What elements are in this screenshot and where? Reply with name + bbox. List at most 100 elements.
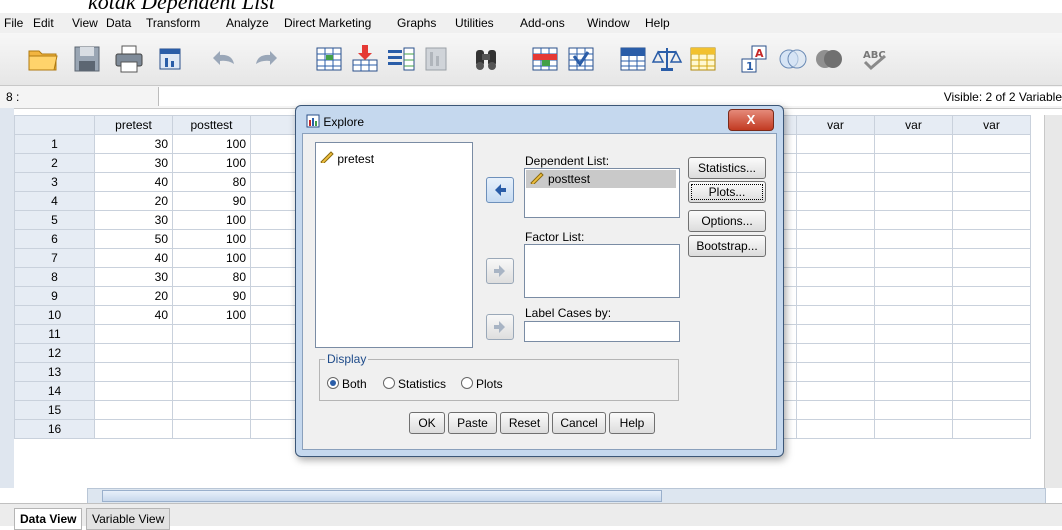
source-variable-list[interactable]: pretest (315, 142, 473, 348)
use-sets-icon[interactable] (776, 42, 810, 76)
print-icon[interactable] (112, 42, 146, 76)
value-labels-icon[interactable]: A1 (738, 42, 772, 76)
cell-empty[interactable] (874, 362, 953, 382)
cell-pretest[interactable]: 30 (94, 210, 173, 230)
cell-empty[interactable] (874, 248, 953, 268)
cell-empty[interactable] (874, 153, 953, 173)
plots-button[interactable]: Plots... (688, 181, 766, 203)
cell-posttest[interactable]: 100 (172, 229, 251, 249)
cell-pretest[interactable] (94, 381, 173, 401)
row-header[interactable]: 9 (14, 286, 95, 306)
cell-empty[interactable] (796, 419, 875, 439)
cell-empty[interactable] (952, 324, 1031, 344)
column-header-var[interactable]: var (952, 115, 1031, 135)
run-descriptives-icon[interactable] (420, 42, 454, 76)
cell-empty[interactable] (874, 419, 953, 439)
cell-empty[interactable] (796, 305, 875, 325)
row-header[interactable]: 7 (14, 248, 95, 268)
cell-pretest[interactable]: 30 (94, 267, 173, 287)
show-all-variables-icon[interactable] (812, 42, 846, 76)
cell-empty[interactable] (952, 419, 1031, 439)
list-item[interactable]: pretest (320, 151, 374, 166)
menu-add-ons[interactable]: Add-ons (520, 16, 565, 30)
cell-pretest[interactable]: 30 (94, 134, 173, 154)
cell-pretest[interactable] (94, 343, 173, 363)
menu-utilities[interactable]: Utilities (455, 16, 494, 30)
cell-empty[interactable] (874, 286, 953, 306)
menu-graphs[interactable]: Graphs (397, 16, 436, 30)
cell-empty[interactable] (874, 191, 953, 211)
horizontal-scrollbar[interactable] (87, 488, 1046, 504)
cell-empty[interactable] (952, 191, 1031, 211)
row-header[interactable]: 6 (14, 229, 95, 249)
cell-empty[interactable] (796, 381, 875, 401)
statistics-button[interactable]: Statistics... (688, 157, 766, 179)
cell-empty[interactable] (796, 400, 875, 420)
cell-posttest[interactable]: 100 (172, 248, 251, 268)
help-button[interactable]: Help (609, 412, 655, 434)
weight-cases-icon[interactable] (650, 42, 684, 76)
reset-button[interactable]: Reset (500, 412, 549, 434)
cell-empty[interactable] (796, 286, 875, 306)
cell-empty[interactable] (796, 324, 875, 344)
cell-pretest[interactable]: 20 (94, 286, 173, 306)
ok-button[interactable]: OK (409, 412, 445, 434)
cell-posttest[interactable]: 100 (172, 153, 251, 173)
menu-file[interactable]: File (4, 16, 23, 30)
radio-both[interactable]: Both (327, 377, 367, 391)
row-header[interactable]: 12 (14, 343, 95, 363)
row-header[interactable]: 10 (14, 305, 95, 325)
cell-empty[interactable] (874, 305, 953, 325)
move-to-factor-button[interactable] (486, 258, 514, 284)
row-header[interactable]: 5 (14, 210, 95, 230)
column-header-var[interactable]: var (874, 115, 953, 135)
cell-empty[interactable] (952, 248, 1031, 268)
insert-variable-icon[interactable] (564, 42, 598, 76)
cell-posttest[interactable] (172, 400, 251, 420)
row-header[interactable]: 15 (14, 400, 95, 420)
cell-empty[interactable] (874, 210, 953, 230)
row-header[interactable]: 8 (14, 267, 95, 287)
dialog-title-bar[interactable]: Explore (306, 114, 364, 129)
spell-check-icon[interactable]: ABC (858, 42, 892, 76)
cell-posttest[interactable]: 90 (172, 286, 251, 306)
factor-list[interactable] (524, 244, 680, 298)
menu-edit[interactable]: Edit (33, 16, 54, 30)
cell-posttest[interactable] (172, 362, 251, 382)
cell-pretest[interactable] (94, 362, 173, 382)
cell-posttest[interactable]: 100 (172, 210, 251, 230)
cell-pretest[interactable]: 40 (94, 305, 173, 325)
cell-empty[interactable] (796, 362, 875, 382)
menu-help[interactable]: Help (645, 16, 670, 30)
menu-direct-marketing[interactable]: Direct Marketing (284, 16, 371, 30)
select-cases-icon[interactable] (686, 42, 720, 76)
row-header[interactable]: 3 (14, 172, 95, 192)
cell-pretest[interactable]: 40 (94, 172, 173, 192)
cell-empty[interactable] (952, 343, 1031, 363)
row-header[interactable]: 14 (14, 381, 95, 401)
menu-transform[interactable]: Transform (146, 16, 200, 30)
cell-empty[interactable] (796, 134, 875, 154)
cell-posttest[interactable]: 100 (172, 134, 251, 154)
row-header[interactable]: 11 (14, 324, 95, 344)
cell-empty[interactable] (874, 172, 953, 192)
cell-posttest[interactable]: 90 (172, 191, 251, 211)
row-header[interactable]: 2 (14, 153, 95, 173)
column-header-posttest[interactable]: posttest (172, 115, 251, 135)
cell-empty[interactable] (874, 229, 953, 249)
cell-empty[interactable] (952, 153, 1031, 173)
list-item-selected[interactable]: posttest (526, 170, 676, 188)
radio-plots[interactable]: Plots (461, 377, 503, 391)
cell-posttest[interactable] (172, 419, 251, 439)
cell-empty[interactable] (874, 134, 953, 154)
tab-variable-view[interactable]: Variable View (86, 508, 171, 530)
cell-pretest[interactable]: 30 (94, 153, 173, 173)
cell-posttest[interactable]: 80 (172, 267, 251, 287)
cell-posttest[interactable]: 100 (172, 305, 251, 325)
cell-empty[interactable] (874, 381, 953, 401)
menu-window[interactable]: Window (587, 16, 630, 30)
cell-empty[interactable] (952, 286, 1031, 306)
cell-empty[interactable] (796, 172, 875, 192)
insert-cases-icon[interactable] (528, 42, 562, 76)
save-icon[interactable] (70, 42, 104, 76)
